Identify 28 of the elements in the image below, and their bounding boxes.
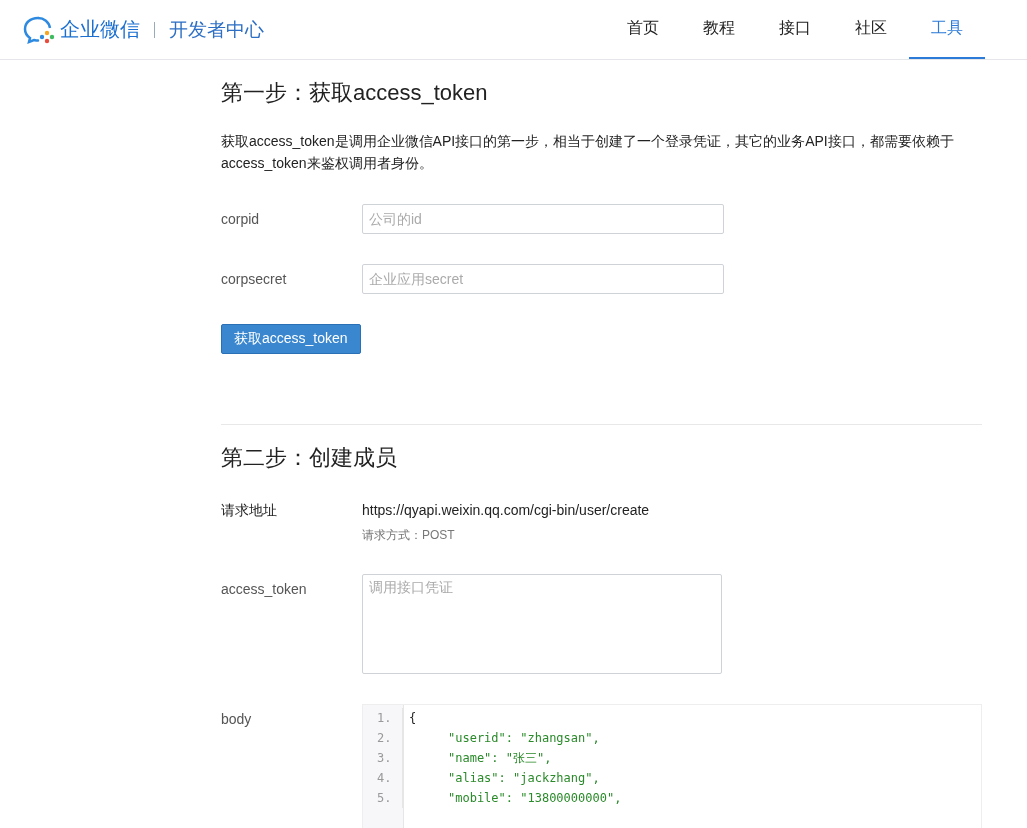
request-url: https://qyapi.weixin.qq.com/cgi-bin/user/create <box>362 501 650 520</box>
code-editor[interactable]: 1. { 2. "userid": "zhangsan", 3. "name": "张三", 4. "alias": "jackzhang", 5. "mobile": "13800000000", <box>362 704 982 828</box>
section-title: 开发者中心 <box>169 17 264 42</box>
code-line: { <box>408 710 417 727</box>
token-field[interactable]: 调用接口凭证 <box>362 574 722 674</box>
step-title: 第二步：创建成员 <box>221 444 398 472</box>
field-label: access_token <box>221 580 308 599</box>
nav-tab[interactable]: 工具 <box>909 0 985 59</box>
field-label: corpsecret <box>221 270 288 289</box>
request-method: 请求方式：POST <box>362 527 456 544</box>
code-line: "alias": "jackzhang", <box>447 770 600 787</box>
chat-bubble-logo-icon <box>22 14 56 45</box>
text-field[interactable]: 企业应用secret <box>362 264 724 294</box>
step-title: 第一步：获取access_token <box>221 79 489 107</box>
brand-name: 企业微信 <box>60 17 140 42</box>
text-field[interactable]: 公司的id <box>362 204 724 234</box>
code-line: "userid": "zhangsan", <box>447 730 600 747</box>
nav-tab[interactable]: 接口 <box>757 0 833 59</box>
nav-tab[interactable]: 首页 <box>605 0 681 59</box>
code-line: "mobile": "13800000000", <box>447 790 622 807</box>
field-label: 请求地址 <box>221 501 278 520</box>
field-label: corpid <box>221 210 261 229</box>
field-label: body <box>221 710 253 729</box>
description: 获取access_token是调用企业微信API接口的第一步，相当于创建了一个登录凭证，其它的业务API接口，都需要依赖于access_token来鉴权调用者身份。 <box>221 132 955 173</box>
nav-tab[interactable]: 社区 <box>833 0 909 59</box>
nav-tab[interactable]: 教程 <box>681 0 757 59</box>
code-line: "name": "张三", <box>447 750 552 767</box>
get-token-button[interactable]: 获取access_token <box>221 324 361 354</box>
